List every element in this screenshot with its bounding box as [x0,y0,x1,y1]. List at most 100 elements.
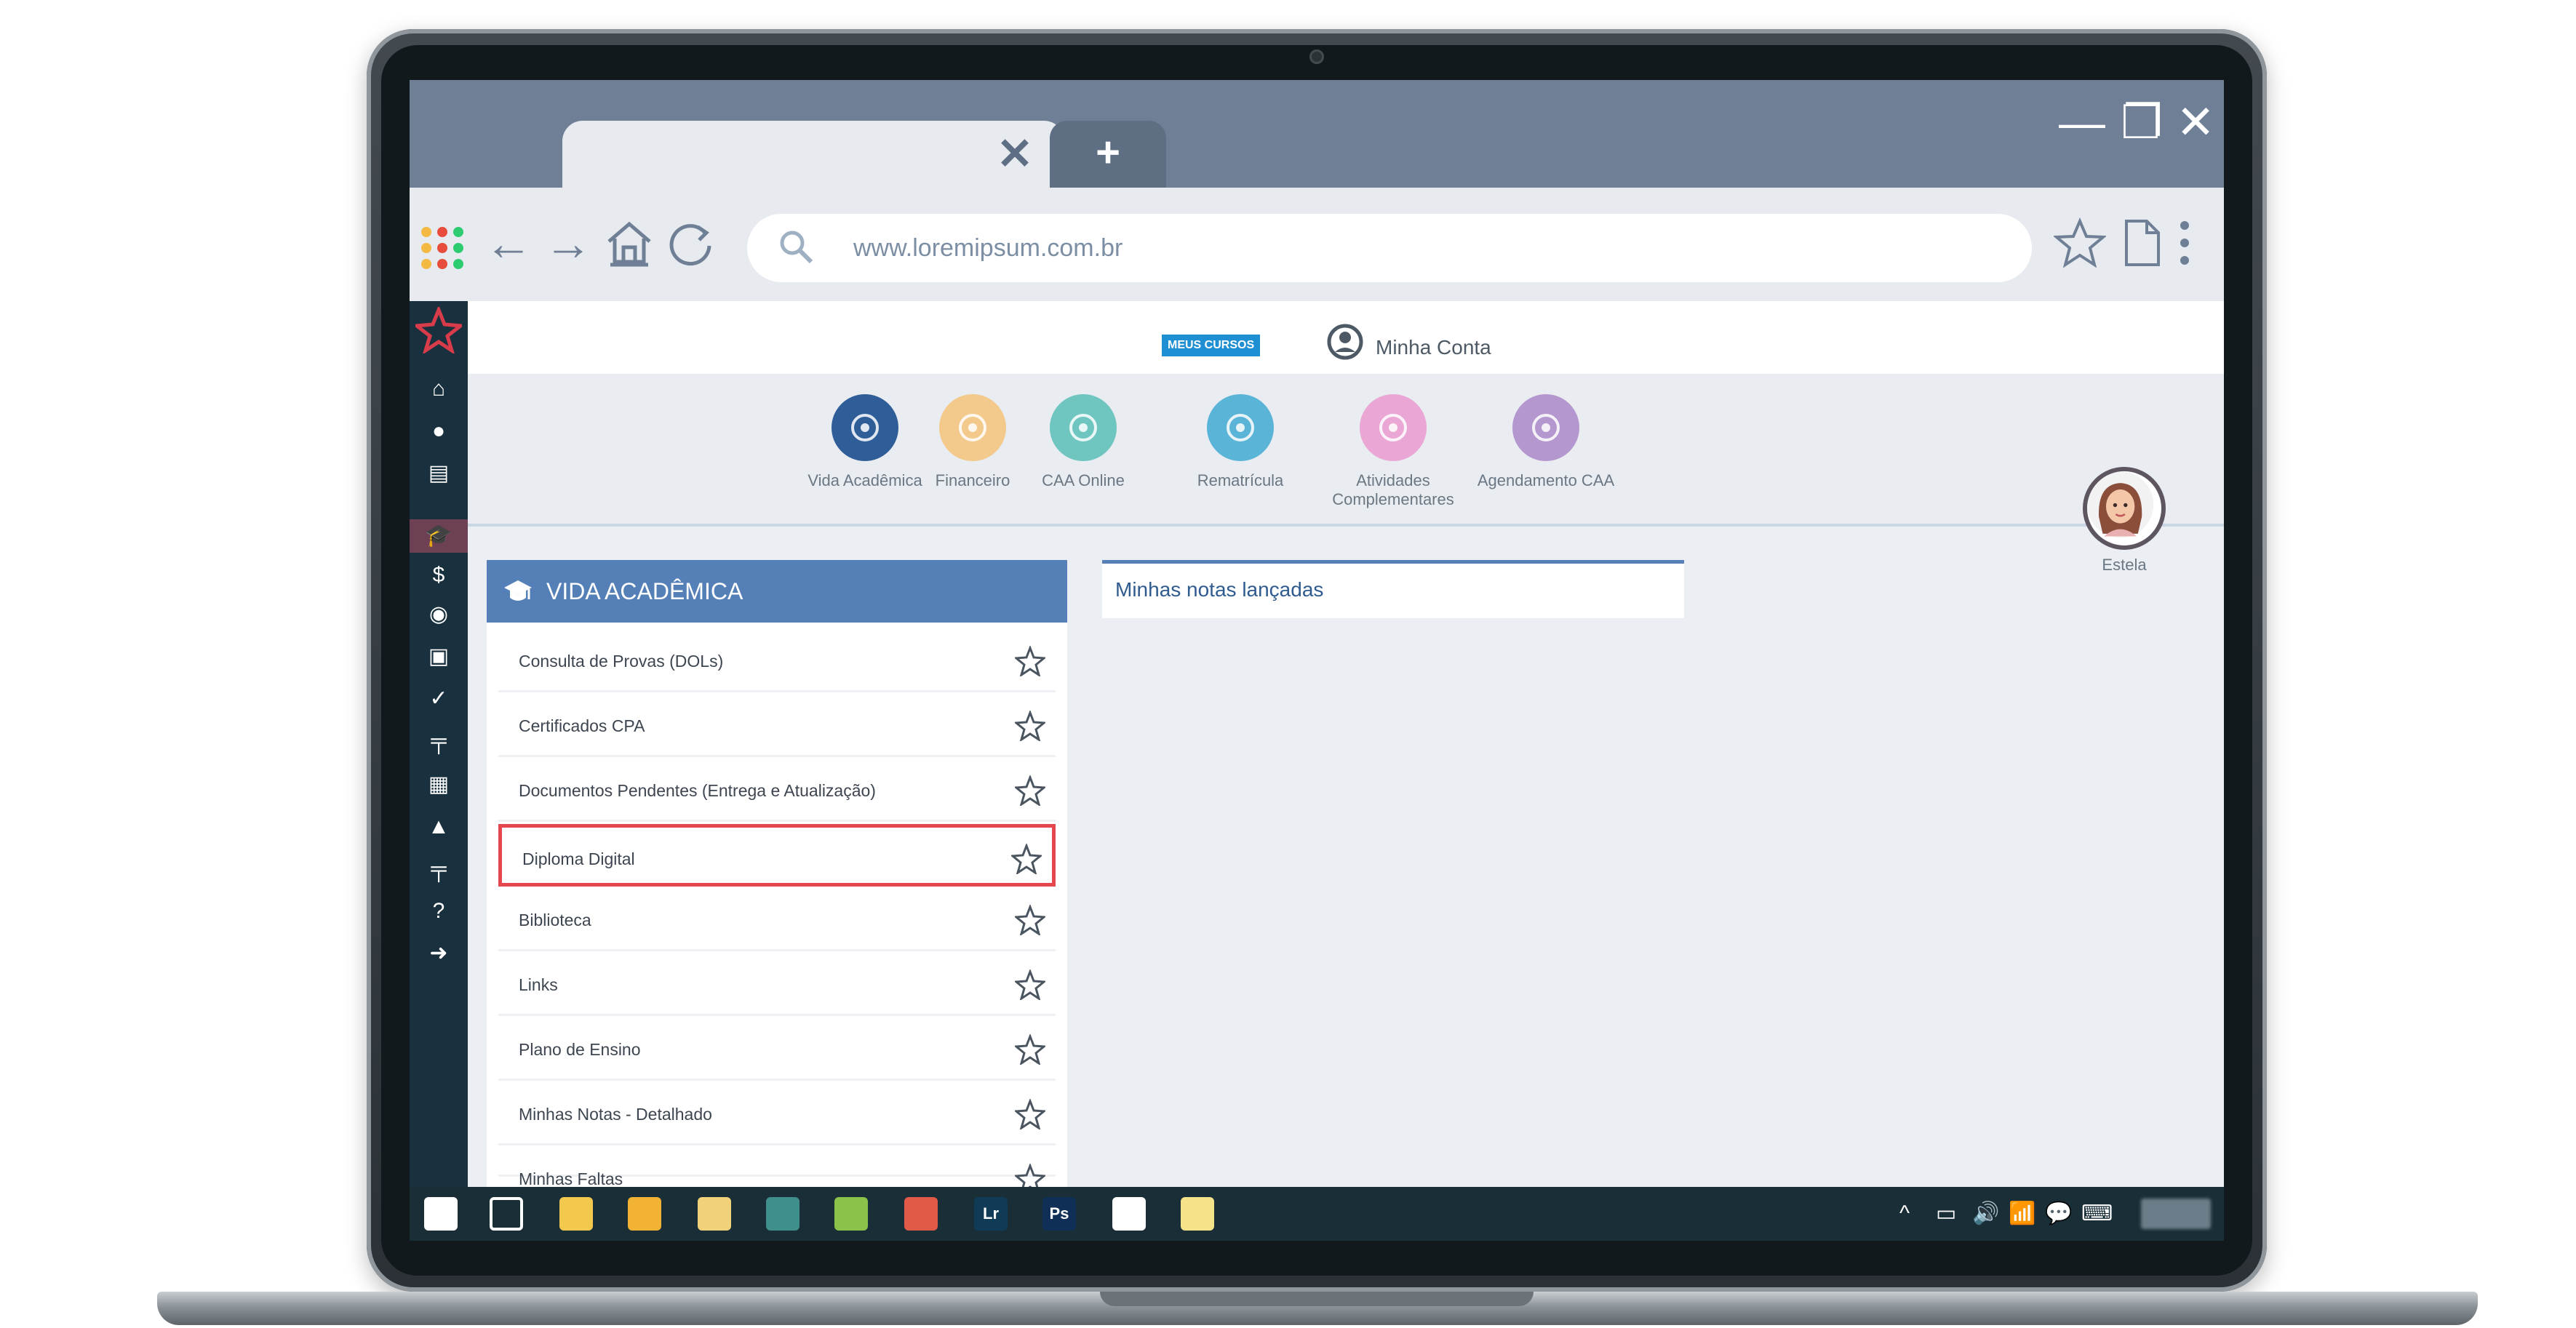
academic-life-panel: VIDA ACADÊMICA Consulta de Provas (DOLs)… [487,560,1067,1196]
dollar-icon[interactable]: $ [410,559,468,592]
favorite-star-icon[interactable] [1013,644,1047,678]
user-icon[interactable]: ● [410,415,468,448]
list-item[interactable]: Consulta de Provas (DOLs) [498,630,1056,692]
user-name: Estela [2102,556,2147,574]
favorite-star-icon[interactable] [1013,968,1047,1001]
close-tab-icon[interactable]: ✕ [994,132,1035,176]
favorite-star-icon[interactable] [1010,842,1043,876]
panel-header: VIDA ACADÊMICA [487,560,1067,623]
list-item-label[interactable]: Certificados CPA [519,695,645,757]
my-grades-card[interactable]: Minhas notas lançadas [1102,560,1684,618]
lightroom-icon[interactable]: Lr [974,1197,1008,1231]
module-5[interactable]: Atividades Complementares [1320,394,1466,509]
home-icon[interactable]: ⌂ [410,372,468,406]
module-3[interactable]: CAA Online [1010,394,1156,490]
signpost-icon[interactable]: ╤ [410,724,468,758]
app-icon[interactable] [1181,1197,1214,1231]
list-item-label[interactable]: Plano de Ensino [519,1018,641,1081]
app-icon[interactable] [1112,1197,1146,1231]
list-item[interactable]: Certificados CPA [498,695,1056,757]
favorite-star-icon[interactable] [1013,1033,1047,1066]
app-icon[interactable] [698,1197,731,1231]
chrome-icon[interactable] [628,1197,661,1231]
wifi-icon[interactable]: 📶 [2009,1200,2035,1228]
minimize-icon[interactable]: — [2057,99,2108,145]
list-item-label[interactable]: Minhas Notas - Detalhado [519,1083,712,1145]
list-item[interactable]: Diploma Digital [498,824,1056,887]
favorite-star-icon[interactable] [1013,1097,1047,1131]
account-link[interactable]: Minha Conta [1376,336,1491,359]
url-text[interactable]: www.loremipsum.com.br [853,214,1122,282]
new-tab-button[interactable]: + [1050,121,1166,188]
list-item[interactable]: Minhas Notas - Detalhado [498,1083,1056,1145]
list-item[interactable]: Plano de Ensino [498,1018,1056,1081]
id-card-icon[interactable]: ▣ [410,640,468,673]
bell-icon[interactable]: ▲ [410,810,468,844]
volume-icon[interactable]: 🔊 [1972,1200,1999,1228]
check-circle-icon[interactable]: ✓ [410,682,468,716]
chevron-up-icon[interactable]: ^ [1899,1200,1910,1228]
module-label[interactable]: Rematrícula [1168,471,1313,490]
list-item[interactable]: Documentos Pendentes (Entrega e Atualiza… [498,759,1056,822]
keyboard-icon[interactable]: ⌨ [2081,1200,2113,1228]
home-icon[interactable] [603,217,655,269]
list-item-label[interactable]: Consulta de Provas (DOLs) [519,630,723,692]
more-vertical-icon[interactable] [2170,217,2199,269]
file-explorer-icon[interactable] [559,1197,593,1231]
module-icon[interactable] [1050,394,1117,461]
signpost-icon[interactable]: ╤ [410,852,468,886]
logout-icon[interactable]: ➜ [410,937,468,970]
browser-tab[interactable]: ✕ [562,121,1064,188]
page-icon[interactable] [2116,217,2169,269]
close-window-icon[interactable]: ✕ [2170,99,2221,145]
list-item-label[interactable]: Links [519,953,558,1016]
module-icon[interactable] [1207,394,1274,461]
globe-icon[interactable]: ◉ [410,598,468,631]
app-icon[interactable] [904,1197,938,1231]
favorite-star-icon[interactable] [1013,774,1047,807]
notification-icon[interactable]: 💬 [2045,1200,2072,1228]
module-label[interactable]: Agendamento CAA [1473,471,1619,490]
module-icon[interactable] [832,394,898,461]
account-icon[interactable] [1326,323,1364,361]
module-icon[interactable] [1512,394,1579,461]
my-grades-title[interactable]: Minhas notas lançadas [1115,564,1323,616]
favorite-star-icon[interactable] [1013,709,1047,743]
task-view-icon[interactable] [490,1197,523,1231]
list-item[interactable]: Biblioteca [498,889,1056,951]
calendar-clock-icon[interactable]: ▦ [410,768,468,801]
photoshop-icon[interactable]: Ps [1042,1197,1076,1231]
module-6[interactable]: Agendamento CAA [1473,394,1619,490]
module-label[interactable]: Atividades Complementares [1320,471,1466,509]
favorite-star-icon[interactable] [1013,903,1047,937]
module-label[interactable]: CAA Online [1010,471,1156,490]
help-icon[interactable]: ? [410,895,468,928]
list-item[interactable]: Links [498,953,1056,1016]
module-icon[interactable] [939,394,1006,461]
list-item-label[interactable]: Biblioteca [519,889,591,951]
calendar-icon[interactable]: ▤ [410,457,468,490]
my-courses-badge[interactable]: MEUS CURSOS [1162,335,1261,356]
panel-title: VIDA ACADÊMICA [546,578,743,604]
forward-arrow-icon[interactable]: → [542,217,594,269]
reload-icon[interactable] [664,217,717,269]
graduation-cap-icon[interactable]: 🎓 [410,519,468,553]
logo-star-icon[interactable] [412,305,466,355]
module-icon[interactable] [1360,394,1427,461]
module-4[interactable]: Rematrícula [1168,394,1313,490]
system-clock[interactable] [2141,1199,2211,1229]
star-icon[interactable] [2052,217,2108,269]
url-bar[interactable]: www.loremipsum.com.br [747,214,2032,282]
app-icon[interactable] [766,1197,799,1231]
restore-icon[interactable]: ❐ [2116,99,2167,145]
camera [1309,49,1324,64]
list-item-label[interactable]: Diploma Digital [522,828,635,890]
battery-icon[interactable]: ▭ [1936,1200,1956,1228]
list-item[interactable]: Minhas Faltas [498,1148,1056,1196]
back-arrow-icon[interactable]: ← [482,217,535,269]
apps-icon[interactable] [421,227,465,271]
list-item-label[interactable]: Documentos Pendentes (Entrega e Atualiza… [519,759,876,822]
windows-start-icon[interactable] [424,1197,458,1231]
app-icon[interactable] [834,1197,868,1231]
avatar[interactable] [2083,467,2166,550]
